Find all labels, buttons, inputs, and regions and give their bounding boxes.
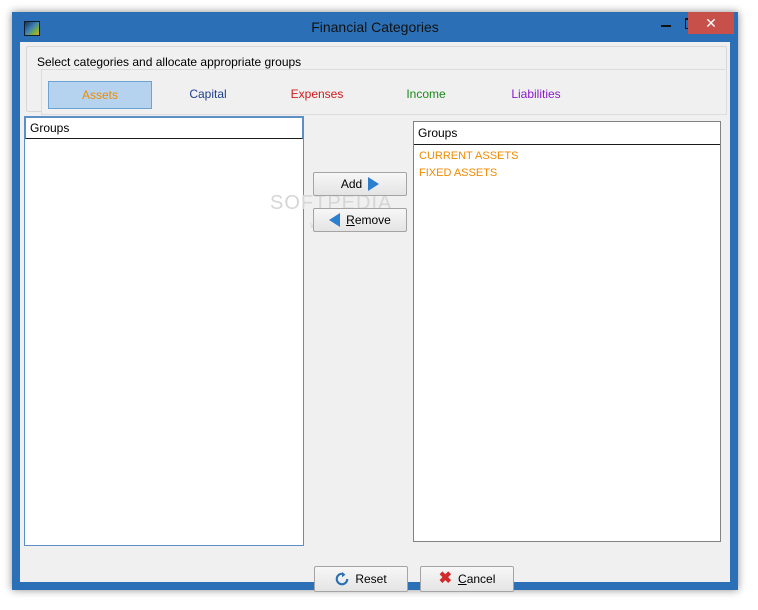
minimize-icon (661, 25, 671, 27)
title-bar[interactable]: Financial Categories ✕ (12, 12, 738, 42)
category-label: Assets (81, 88, 118, 102)
cancel-button-label: Cancel (458, 572, 495, 586)
reset-button[interactable]: Reset (314, 566, 408, 592)
category-groupbox: Select categories and allocate appropria… (26, 46, 727, 115)
category-income[interactable]: Income (375, 81, 477, 107)
assigned-groups-header[interactable]: Groups (414, 122, 720, 145)
available-groups-list[interactable]: Groups (24, 116, 304, 546)
category-expenses[interactable]: Expenses (266, 81, 368, 107)
remove-button-label: Remove (346, 213, 391, 227)
add-button-label: Add (340, 177, 363, 191)
cancel-x-icon: ✖ (438, 570, 453, 587)
assigned-groups-items: CURRENT ASSETS FIXED ASSETS (414, 145, 720, 182)
reset-button-label: Reset (355, 572, 387, 586)
category-capital[interactable]: Capital (157, 81, 259, 107)
category-liabilities[interactable]: Liabilities (485, 81, 587, 107)
category-selector: Assets Capital Expenses Income Liabiliti… (41, 69, 727, 115)
category-groupbox-label: Select categories and allocate appropria… (37, 55, 302, 69)
close-icon: ✕ (705, 14, 717, 31)
assigned-groups-list[interactable]: Groups CURRENT ASSETS FIXED ASSETS (413, 121, 721, 542)
category-label: Capital (189, 87, 227, 101)
remove-button-label-rest: emove (354, 213, 391, 227)
dialog-client-area: Select categories and allocate appropria… (20, 42, 730, 592)
list-item[interactable]: FIXED ASSETS (414, 165, 720, 182)
arrow-right-icon (368, 177, 380, 191)
category-assets[interactable]: Assets (48, 81, 152, 109)
remove-button-mnemonic: R (346, 213, 355, 227)
category-label: Liabilities (511, 87, 561, 101)
remove-button[interactable]: Remove (313, 208, 407, 232)
arrow-left-icon (329, 213, 341, 227)
category-label: Expenses (290, 87, 344, 101)
cancel-button-label-rest: ancel (466, 572, 496, 586)
window-title: Financial Categories (311, 19, 439, 35)
category-label: Income (406, 87, 446, 101)
available-groups-header[interactable]: Groups (25, 117, 303, 139)
cancel-button-mnemonic: C (458, 572, 467, 586)
close-button[interactable]: ✕ (688, 12, 734, 34)
cancel-button[interactable]: ✖ Cancel (420, 566, 514, 592)
list-item[interactable]: CURRENT ASSETS (414, 148, 720, 165)
financial-categories-window: Financial Categories ✕ Select categories… (12, 12, 738, 592)
add-button[interactable]: Add (313, 172, 407, 196)
refresh-icon (336, 572, 349, 586)
